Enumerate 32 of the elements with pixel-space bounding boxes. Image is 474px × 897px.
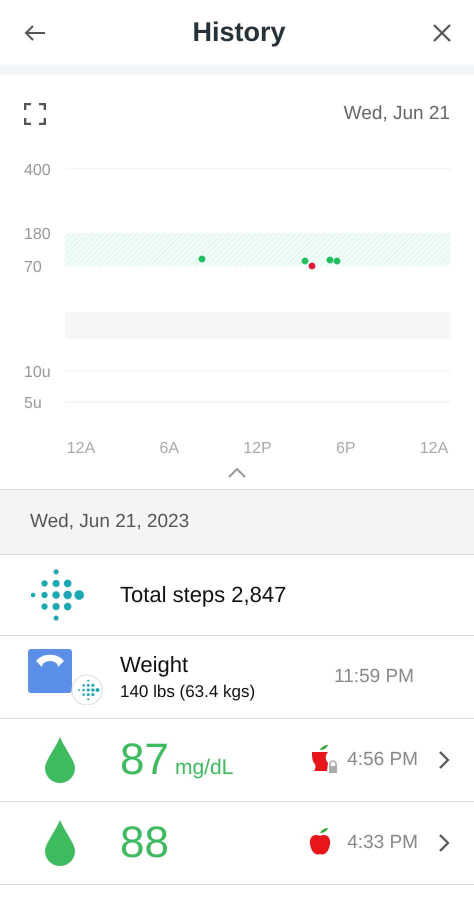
close-icon (432, 22, 452, 42)
y-axis-label: 10u (24, 364, 51, 381)
glucose-value: 88 (120, 821, 169, 865)
y-axis-label: 180 (24, 226, 51, 243)
collapse-button[interactable] (227, 467, 247, 479)
x-axis-label: 12A (420, 440, 448, 457)
steps-total: Total steps 2,847 (120, 582, 288, 608)
x-axis-label: 12A (66, 440, 96, 457)
x-axis-label: 6A (159, 440, 180, 457)
entry-time: 4:33 PM (347, 832, 418, 854)
glucose-value: 87 (120, 738, 169, 782)
weight-value: 140 lbs (63.4 kgs) (120, 682, 256, 702)
open-entry-button[interactable] (438, 833, 450, 853)
weight-label: Weight (120, 652, 190, 678)
chevron-up-icon (227, 467, 247, 479)
back-arrow-icon (24, 24, 46, 40)
chart-date: Wed, Jun 21 (344, 103, 450, 125)
screen-title: History (192, 17, 286, 48)
y-axis-label: 70 (24, 259, 42, 276)
y-axis-label: 5u (24, 395, 42, 412)
entry-time: 4:56 PM (347, 749, 418, 771)
chevron-right-icon (438, 833, 450, 853)
day-header: Wed, Jun 21, 2023 (0, 490, 474, 555)
x-axis-label: 12P (243, 440, 272, 457)
expand-button[interactable] (24, 103, 46, 125)
expand-icon (24, 103, 46, 125)
glucose-unit: mg/dL (174, 756, 234, 780)
chevron-right-icon (438, 750, 450, 770)
entry-time: 11:59 PM (334, 666, 414, 688)
y-axis-label: 400 (24, 162, 51, 179)
x-axis-label: 6P (336, 440, 356, 457)
open-entry-button[interactable] (438, 750, 450, 770)
